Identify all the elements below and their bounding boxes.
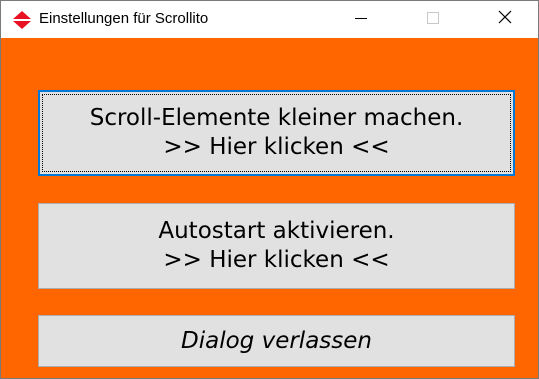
close-icon [498,10,512,29]
button-label-line2: >> Hier klicken << [163,134,390,160]
minimize-button[interactable] [338,1,384,38]
window-title: Einstellungen für Scrollito [39,10,209,27]
app-icon [12,11,32,29]
close-button[interactable] [482,1,528,38]
shrink-scroll-elements-button[interactable]: Scroll-Elemente kleiner machen. >> Hier … [38,90,515,176]
settings-window: Einstellungen für Scrollito Scroll-Eleme… [0,0,539,379]
minimize-icon [355,11,367,29]
button-label: Dialog verlassen [181,327,372,354]
leave-dialog-button[interactable]: Dialog verlassen [38,315,515,367]
enable-autostart-button[interactable]: Autostart aktivieren. >> Hier klicken << [38,203,515,289]
title-bar[interactable]: Einstellungen für Scrollito [1,1,538,38]
dialog-content: Scroll-Elemente kleiner machen. >> Hier … [1,38,538,378]
maximize-button [410,1,456,38]
button-label-line1: Autostart aktivieren. [158,218,395,244]
button-label-line2: >> Hier klicken << [163,247,390,273]
maximize-icon [427,11,439,29]
button-label-line1: Scroll-Elemente kleiner machen. [89,105,464,131]
